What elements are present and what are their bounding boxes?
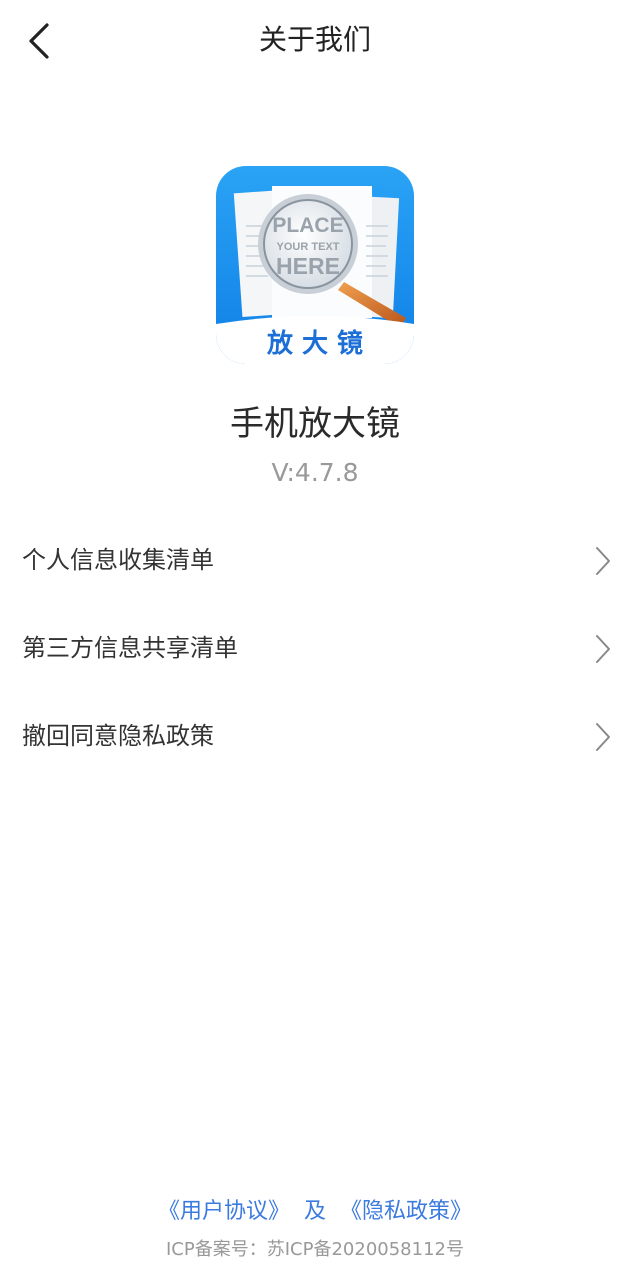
chevron-right-icon: [596, 635, 610, 663]
top-bar: 关于我们: [0, 0, 630, 82]
lens-text-line-3: HERE: [276, 253, 340, 279]
lens-text-line-1: PLACE: [272, 214, 343, 237]
app-version: V:4.7.8: [271, 458, 359, 487]
icp-record: ICP备案号：苏ICP备2020058112号: [166, 1239, 464, 1260]
menu-item-label: 第三方信息共享清单: [22, 634, 238, 662]
app-logo: PLACE YOUR TEXT HERE 放 大 镜: [216, 166, 414, 364]
user-agreement-link[interactable]: 《用户协议》: [158, 1199, 290, 1224]
menu-item-label: 个人信息收集清单: [22, 546, 214, 574]
menu-item-label: 撤回同意隐私政策: [22, 722, 214, 750]
app-name: 手机放大镜: [230, 404, 400, 444]
menu-list: 个人信息收集清单 第三方信息共享清单 撤回同意隐私政策: [0, 517, 630, 781]
menu-item-personal-info-list[interactable]: 个人信息收集清单: [0, 517, 630, 605]
menu-item-withdraw-privacy-consent[interactable]: 撤回同意隐私政策: [0, 693, 630, 781]
and-text: 及: [303, 1199, 326, 1224]
chevron-right-icon: [596, 547, 610, 575]
lens-text-line-2: YOUR TEXT: [277, 241, 340, 253]
page-title: 关于我们: [258, 23, 371, 56]
privacy-policy-link[interactable]: 《隐私政策》: [340, 1199, 472, 1224]
menu-item-third-party-sharing-list[interactable]: 第三方信息共享清单: [0, 605, 630, 693]
logo-caption: 放 大 镜: [266, 328, 363, 359]
chevron-right-icon: [596, 723, 610, 751]
footer-links: 《用户协议》及《隐私政策》: [0, 1196, 630, 1228]
